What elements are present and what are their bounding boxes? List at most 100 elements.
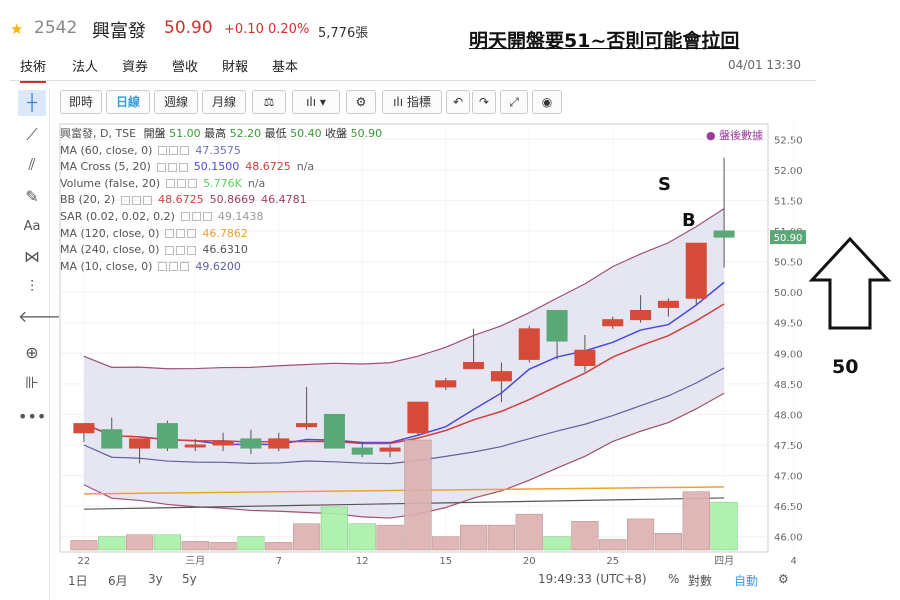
redo-icon[interactable]: ↷ (472, 90, 496, 114)
legend-value: n/a (247, 176, 266, 190)
camera-icon[interactable]: ◉ (532, 90, 562, 114)
tab-institutional[interactable]: 法人 (72, 56, 98, 75)
legend-value: 48.6725 (158, 193, 204, 207)
volume-bar (459, 524, 488, 551)
measure-icon[interactable]: ⫶ (18, 274, 46, 300)
brush-icon[interactable]: ✎ (18, 184, 46, 210)
candle-body (463, 361, 485, 370)
legend-control-icon[interactable] (180, 146, 190, 156)
settings-gear-icon[interactable]: ⚙ (346, 90, 376, 114)
legend-open-label: 開盤 (143, 127, 166, 140)
legend-control-icon[interactable] (156, 162, 166, 172)
fullscreen-icon[interactable]: ⤢ (500, 90, 528, 114)
legend-control-icon[interactable] (180, 212, 190, 222)
interval-realtime-button[interactable]: 即時 (60, 90, 102, 114)
legend-row: MA (240, close, 0) 46.6310 (60, 242, 382, 259)
legend-control-icon[interactable] (176, 245, 186, 255)
stock-code: 2542 (34, 18, 78, 38)
fib-icon[interactable]: ⫽ (18, 152, 46, 178)
candle-body (156, 423, 178, 449)
volume-bar (209, 542, 237, 551)
legend-open: 51.00 (169, 127, 201, 140)
legend-control-icon[interactable] (178, 162, 188, 172)
zoom-icon[interactable]: ⊕ (18, 340, 46, 366)
tab-revenue[interactable]: 營收 (172, 56, 198, 75)
volume-bar (98, 536, 126, 551)
legend-control-icon[interactable] (158, 146, 168, 156)
undo-icon[interactable]: ↶ (446, 90, 470, 114)
legend-control-icon[interactable] (166, 179, 176, 189)
range-5y[interactable]: 5y (182, 572, 197, 586)
legend-value: 5.776K (203, 176, 242, 190)
legend-control-icon[interactable] (187, 229, 197, 239)
legend-control-icon[interactable] (177, 179, 187, 189)
tab-basic[interactable]: 基本 (272, 56, 298, 75)
range-3y[interactable]: 3y (148, 572, 163, 586)
volume-bar (153, 534, 182, 551)
legend-control-icon[interactable] (202, 212, 212, 222)
arrow-left-icon[interactable]: 🡐 (18, 304, 61, 330)
pattern-icon[interactable]: ⋈ (18, 244, 46, 270)
legend-control-icon[interactable] (169, 262, 179, 272)
legend-control-icon[interactable] (187, 245, 197, 255)
compare-scale-icon[interactable]: ⚖ (252, 90, 286, 114)
legend-control-icon[interactable] (176, 229, 186, 239)
tab-financials[interactable]: 財報 (222, 56, 248, 75)
y-tick-label: 47.50 (774, 441, 803, 452)
legend-value: 48.6725 (245, 160, 291, 174)
annotation-s: S (658, 174, 671, 195)
indicator-icon: ılı (393, 95, 407, 109)
indicator-button[interactable]: ılı 指標 (382, 90, 442, 114)
legend-indicator-name: MA Cross (5, 20) (60, 160, 151, 174)
y-tick-label: 46.00 (774, 533, 803, 544)
text-icon[interactable]: Aa (18, 214, 46, 240)
interval-monthly-button[interactable]: 月線 (202, 90, 246, 114)
volume-bar (348, 523, 376, 551)
range-1d[interactable]: 1日 (68, 572, 88, 589)
legend-indicator-name: MA (240, close, 0) (60, 243, 160, 257)
more-icon[interactable]: ••• (18, 404, 46, 430)
chart-type-icon[interactable]: ılı ▾ (292, 90, 340, 114)
star-icon[interactable]: ★ (10, 20, 23, 38)
auto-toggle[interactable]: 自動 (734, 572, 758, 589)
trendline-icon[interactable]: ⟋ (18, 122, 46, 148)
legend-control-icon[interactable] (143, 195, 153, 205)
y-tick-label: 52.50 (774, 135, 803, 146)
crosshair-icon[interactable]: ┼ (18, 90, 46, 116)
legend-control-icon[interactable] (121, 195, 131, 205)
ruler-icon[interactable]: ⊪ (18, 370, 46, 396)
clock-time: 19:49:33 (UTC+8) (538, 572, 647, 586)
legend-control-icon[interactable] (165, 229, 175, 239)
tab-technical[interactable]: 技術 (20, 56, 47, 83)
y-tick-label: 52.00 (774, 166, 803, 177)
legend-value: 46.7862 (202, 226, 248, 240)
legend-control-icon[interactable] (191, 212, 201, 222)
volume-bar (626, 518, 655, 551)
legend-row: MA Cross (5, 20) 50.1500 48.6725 n/a (60, 159, 382, 176)
legend-control-icon[interactable] (169, 146, 179, 156)
legend-control-icon[interactable] (167, 162, 177, 172)
legend-control-icon[interactable] (132, 195, 142, 205)
log-toggle[interactable]: 對數 (688, 572, 712, 589)
indicator-label: 指標 (406, 95, 431, 109)
legend-row: MA (10, close, 0) 49.6200 (60, 259, 382, 276)
legend-control-icon[interactable] (158, 262, 168, 272)
tab-margin[interactable]: 資券 (122, 56, 148, 75)
x-tick-label: 三月 (185, 555, 205, 567)
volume-bar (292, 523, 321, 551)
interval-daily-button[interactable]: 日線 (106, 90, 150, 114)
after-hours-label[interactable]: ● 盤後數據 (706, 127, 763, 143)
volume-bar (682, 491, 710, 551)
range-6m[interactable]: 6月 (108, 572, 128, 589)
bottom-settings-icon[interactable]: ⚙ (778, 572, 789, 586)
legend-value: 50.1500 (193, 160, 240, 174)
legend-close-label: 收盤 (325, 127, 348, 140)
percent-toggle[interactable]: % (668, 572, 679, 586)
legend-control-icon[interactable] (188, 179, 198, 189)
interval-weekly-button[interactable]: 週線 (154, 90, 198, 114)
legend-control-icon[interactable] (165, 245, 175, 255)
volume-bar (543, 536, 571, 551)
volume-bar (404, 439, 432, 551)
legend-control-icon[interactable] (180, 262, 190, 272)
volume-bar (237, 536, 265, 551)
